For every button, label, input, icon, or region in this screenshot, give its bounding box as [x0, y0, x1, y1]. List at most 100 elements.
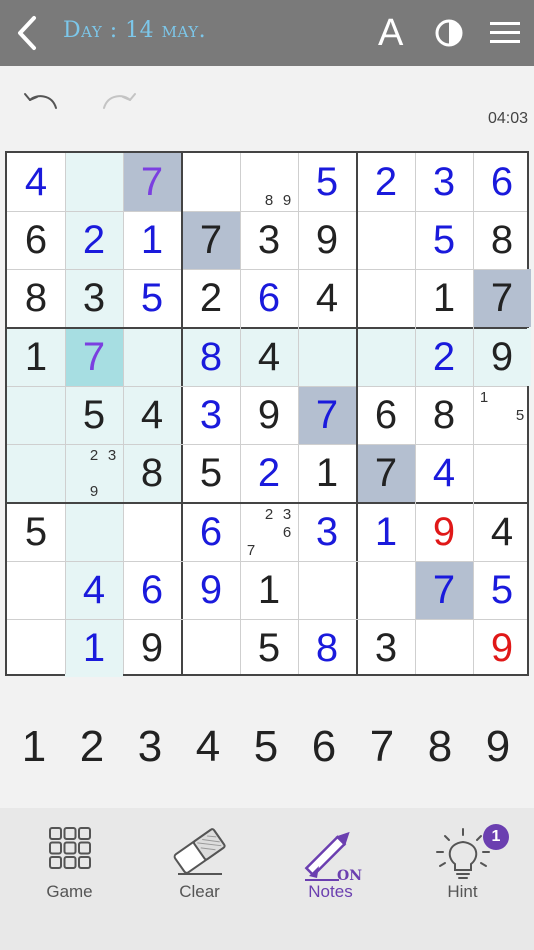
cell-r3c9[interactable]: 7: [473, 269, 531, 327]
cell-r3c3[interactable]: 5: [123, 269, 181, 327]
cell-r2c4[interactable]: 7: [182, 211, 240, 269]
cell-r1c8[interactable]: 3: [415, 153, 473, 211]
clear-button[interactable]: Clear: [133, 808, 266, 950]
cell-r2c2[interactable]: 2: [65, 211, 123, 269]
cell-r6c1[interactable]: [7, 444, 65, 502]
cell-r7c6[interactable]: 3: [298, 503, 356, 561]
cell-r9c5[interactable]: 5: [240, 619, 298, 677]
cell-r8c9[interactable]: 5: [473, 561, 531, 619]
cell-r4c7[interactable]: [357, 328, 415, 386]
number-key-7[interactable]: 7: [353, 712, 411, 782]
cell-r6c2[interactable]: 239: [65, 444, 123, 502]
cell-r6c4[interactable]: 5: [182, 444, 240, 502]
cell-r7c2[interactable]: [65, 503, 123, 561]
cell-r2c5[interactable]: 3: [240, 211, 298, 269]
cell-r2c3[interactable]: 1: [123, 211, 181, 269]
number-key-4[interactable]: 4: [179, 712, 237, 782]
cell-r9c7[interactable]: 3: [357, 619, 415, 677]
cell-r1c1[interactable]: 4: [7, 153, 65, 211]
cell-r5c4[interactable]: 3: [182, 386, 240, 444]
cell-r4c3[interactable]: [123, 328, 181, 386]
cell-r5c9[interactable]: 15: [473, 386, 531, 444]
cell-r4c4[interactable]: 8: [182, 328, 240, 386]
cell-r8c1[interactable]: [7, 561, 65, 619]
cell-r6c9[interactable]: [473, 444, 531, 502]
cell-r9c4[interactable]: [182, 619, 240, 677]
cell-r2c1[interactable]: 6: [7, 211, 65, 269]
cell-r9c2[interactable]: 1: [65, 619, 123, 677]
number-key-2[interactable]: 2: [63, 712, 121, 782]
cell-r6c5[interactable]: 2: [240, 444, 298, 502]
cell-r8c5[interactable]: 1: [240, 561, 298, 619]
undo-icon[interactable]: [22, 88, 62, 118]
cell-r6c6[interactable]: 1: [298, 444, 356, 502]
cell-r7c8[interactable]: 9: [415, 503, 473, 561]
cell-r4c8[interactable]: 2: [415, 328, 473, 386]
number-key-6[interactable]: 6: [295, 712, 353, 782]
cell-r8c2[interactable]: 4: [65, 561, 123, 619]
cell-r1c9[interactable]: 6: [473, 153, 531, 211]
cell-r9c1[interactable]: [7, 619, 65, 677]
cell-r3c7[interactable]: [357, 269, 415, 327]
cell-r8c6[interactable]: [298, 561, 356, 619]
cell-r7c7[interactable]: 1: [357, 503, 415, 561]
cell-r1c7[interactable]: 2: [357, 153, 415, 211]
cell-r1c6[interactable]: 5: [298, 153, 356, 211]
cell-r3c8[interactable]: 1: [415, 269, 473, 327]
cell-r1c4[interactable]: [182, 153, 240, 211]
cell-r9c3[interactable]: 9: [123, 619, 181, 677]
cell-r2c6[interactable]: 9: [298, 211, 356, 269]
cell-r9c9[interactable]: 9: [473, 619, 531, 677]
cell-r4c2[interactable]: 7: [65, 328, 123, 386]
cell-r6c7[interactable]: 7: [357, 444, 415, 502]
game-button[interactable]: Game: [3, 808, 136, 950]
cell-r1c2[interactable]: [65, 153, 123, 211]
cell-r5c3[interactable]: 4: [123, 386, 181, 444]
cell-r5c7[interactable]: 6: [357, 386, 415, 444]
cell-r4c1[interactable]: 1: [7, 328, 65, 386]
notes-button[interactable]: ON Notes: [264, 808, 397, 950]
cell-r6c3[interactable]: 8: [123, 444, 181, 502]
cell-r7c9[interactable]: 4: [473, 503, 531, 561]
cell-r7c5[interactable]: 236 7: [240, 503, 298, 561]
cell-r5c8[interactable]: 8: [415, 386, 473, 444]
cell-r3c4[interactable]: 2: [182, 269, 240, 327]
cell-r9c8[interactable]: [415, 619, 473, 677]
cell-r7c1[interactable]: 5: [7, 503, 65, 561]
cell-r2c8[interactable]: 5: [415, 211, 473, 269]
cell-r8c4[interactable]: 9: [182, 561, 240, 619]
cell-r8c8[interactable]: 7: [415, 561, 473, 619]
hint-button[interactable]: 1 Hint: [396, 808, 529, 950]
cell-r1c5[interactable]: 89: [240, 153, 298, 211]
contrast-icon[interactable]: [434, 18, 464, 48]
font-size-button[interactable]: A: [378, 12, 403, 55]
cell-r8c7[interactable]: [357, 561, 415, 619]
number-key-1[interactable]: 1: [5, 712, 63, 782]
redo-icon[interactable]: [98, 88, 138, 118]
cell-r3c1[interactable]: 8: [7, 269, 65, 327]
cell-r5c2[interactable]: 5: [65, 386, 123, 444]
cell-r3c2[interactable]: 3: [65, 269, 123, 327]
cell-r2c9[interactable]: 8: [473, 211, 531, 269]
menu-icon[interactable]: [488, 18, 522, 48]
number-key-3[interactable]: 3: [121, 712, 179, 782]
cell-r6c8[interactable]: 4: [415, 444, 473, 502]
cell-r5c6[interactable]: 7: [298, 386, 356, 444]
cell-r4c5[interactable]: 4: [240, 328, 298, 386]
cell-r5c5[interactable]: 9: [240, 386, 298, 444]
cell-r9c6[interactable]: 8: [298, 619, 356, 677]
cell-r7c3[interactable]: [123, 503, 181, 561]
cell-r3c5[interactable]: 6: [240, 269, 298, 327]
number-key-5[interactable]: 5: [237, 712, 295, 782]
cell-r4c6[interactable]: [298, 328, 356, 386]
number-key-9[interactable]: 9: [469, 712, 527, 782]
back-arrow-icon[interactable]: [10, 12, 46, 54]
cell-r8c3[interactable]: 6: [123, 561, 181, 619]
cell-r4c9[interactable]: 9: [473, 328, 531, 386]
cell-r5c1[interactable]: [7, 386, 65, 444]
cell-r7c4[interactable]: 6: [182, 503, 240, 561]
cell-r1c3[interactable]: 7: [123, 153, 181, 211]
number-key-8[interactable]: 8: [411, 712, 469, 782]
cell-r3c6[interactable]: 4: [298, 269, 356, 327]
cell-r2c7[interactable]: [357, 211, 415, 269]
